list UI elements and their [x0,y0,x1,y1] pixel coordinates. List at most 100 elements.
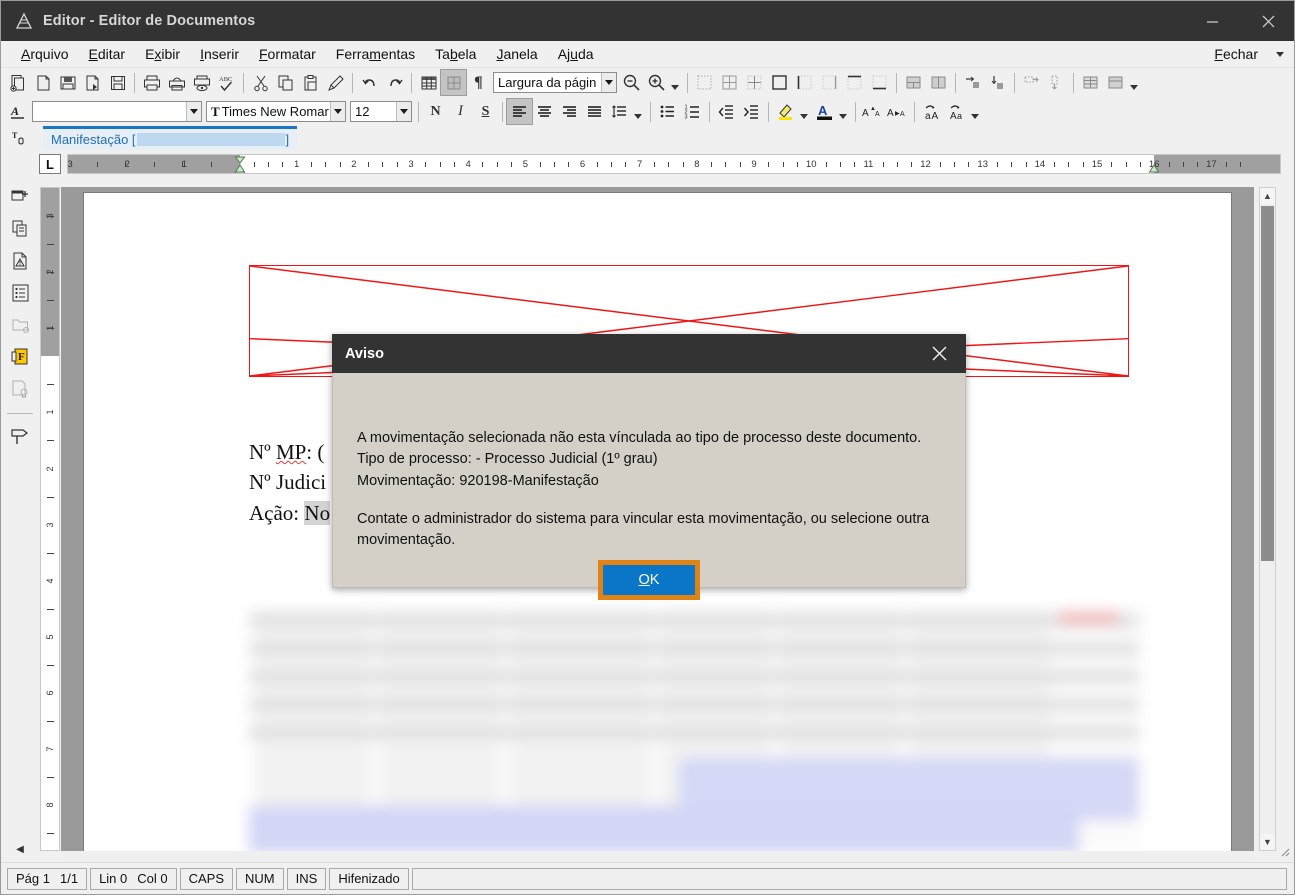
bold-button[interactable]: N [423,99,448,124]
font-color-dropdown-icon[interactable] [839,114,847,119]
open-file-icon[interactable] [30,70,55,95]
increase-font-size-icon[interactable]: A ▲ A [860,99,885,124]
pilcrow-icon[interactable]: ¶ [466,70,491,95]
font-color-icon[interactable]: A [812,99,837,124]
top-border-icon[interactable] [842,70,867,95]
horizontal-ruler[interactable]: 3211234567891011121314151617 [67,154,1281,174]
numbered-list-icon[interactable]: 123 [680,99,705,124]
cut-icon[interactable] [248,70,273,95]
pdf-form-field-icon[interactable]: F [5,343,35,371]
chevron-down-icon[interactable] [396,102,411,121]
zoom-in-icon[interactable] [644,70,669,95]
scroll-up-icon[interactable]: ▲ [1260,188,1275,204]
redo-icon[interactable] [382,70,407,95]
insert-column-icon[interactable] [985,70,1010,95]
text-formatting-icon[interactable]: T [1,126,39,151]
menu-fechar[interactable]: Fechar [1204,43,1268,65]
table-properties-icon[interactable] [1103,70,1128,95]
clone-formatting-icon[interactable] [323,70,348,95]
collapse-left-icon[interactable]: ◀ [5,844,35,855]
indent-marker[interactable] [234,156,245,173]
zoom-out-icon[interactable] [619,70,644,95]
all-borders-icon[interactable] [717,70,742,95]
vertical-ruler[interactable]: 32112345678 [40,187,60,851]
menu-editar[interactable]: Editar [78,43,135,65]
table-autoformat-icon[interactable] [1078,70,1103,95]
split-cells-icon[interactable] [926,70,951,95]
merge-cells-icon[interactable] [901,70,926,95]
underline-button[interactable]: S [473,99,498,124]
status-page[interactable]: Pág 1 1/1 [7,867,88,890]
align-right-icon[interactable] [557,99,582,124]
chevron-down-icon[interactable] [186,102,201,121]
menu-inserir[interactable]: Inserir [190,43,249,65]
menu-exibir[interactable]: Exibir [135,43,190,65]
document-certificate-icon[interactable] [5,375,35,403]
table-icon[interactable] [416,70,441,95]
close-button[interactable] [1240,1,1294,41]
align-center-icon[interactable] [532,99,557,124]
chevron-down-icon[interactable] [601,73,616,92]
chevron-down-icon[interactable] [1276,51,1284,57]
ok-button[interactable]: OK [603,565,695,595]
bottom-border-icon[interactable] [867,70,892,95]
status-ins[interactable]: INS [286,867,327,890]
menu-arquivo[interactable]: Arquivo [11,43,78,65]
status-caps[interactable]: CAPS [179,867,234,890]
increase-indent-icon[interactable] [739,99,764,124]
toolbar-overflow-icon[interactable] [1130,85,1138,90]
resize-grip[interactable] [1278,845,1292,859]
decrease-font-size-icon[interactable]: A ▶ A [885,99,910,124]
save-as-icon[interactable] [55,70,80,95]
vertical-scrollbar[interactable]: ▲ ▼ [1259,187,1276,851]
menu-tabela[interactable]: Tabela [425,43,486,65]
undo-icon[interactable] [357,70,382,95]
delete-column-icon[interactable] [1044,70,1069,95]
font-name-combo[interactable]: T Times New Romar [206,101,346,122]
insert-row-icon[interactable] [960,70,985,95]
new-document-icon[interactable] [5,70,30,95]
chevron-down-icon[interactable] [330,102,345,121]
save-icon[interactable] [105,70,130,95]
align-justify-icon[interactable] [582,99,607,124]
line-spacing-icon[interactable] [607,99,632,124]
insert-text-box-icon[interactable] [5,183,35,211]
zoom-level-combo[interactable]: Largura da págin [493,72,617,93]
status-cursor-position[interactable]: Lin 0 Col 0 [90,867,177,890]
italic-button[interactable]: I [448,99,473,124]
paste-icon[interactable] [298,70,323,95]
print-preview-icon[interactable] [164,70,189,95]
align-left-icon[interactable] [506,98,533,125]
toolbar-overflow-icon[interactable] [671,85,679,90]
inner-borders-icon[interactable] [742,70,767,95]
horizontal-scrollbar[interactable] [61,851,1254,861]
print-setup-icon[interactable] [189,70,214,95]
highlight-dropdown-icon[interactable] [800,114,808,119]
minimize-button[interactable] [1184,1,1240,41]
bullet-list-icon[interactable] [655,99,680,124]
left-border-icon[interactable] [792,70,817,95]
menu-formatar[interactable]: Formatar [249,43,326,65]
document-pages-icon[interactable] [5,215,35,243]
right-border-icon[interactable] [817,70,842,95]
status-num[interactable]: NUM [236,867,284,890]
menu-ferramentas[interactable]: Ferramentas [326,43,425,65]
print-icon[interactable] [139,70,164,95]
delete-row-icon[interactable] [1019,70,1044,95]
document-tab-manifestacao[interactable]: Manifestação [] [43,126,298,150]
decrease-indent-icon[interactable] [714,99,739,124]
folder-empty-icon[interactable] [5,311,35,339]
status-hyphenation[interactable]: Hifenizado [329,867,409,890]
toolbar-overflow-icon[interactable] [634,114,642,119]
menu-ajuda[interactable]: Ajuda [548,43,604,65]
tab-stop-selector[interactable]: L [39,154,61,174]
document-text-block[interactable]: Nº MP: ( Nº Judici Ação: No [249,437,331,528]
document-warning-icon[interactable] [5,247,35,275]
font-size-combo[interactable]: 12 [350,101,412,122]
right-indent-marker[interactable] [1148,156,1160,173]
highlight-color-icon[interactable] [773,99,798,124]
box-border-icon[interactable] [767,70,792,95]
dialog-close-button[interactable] [918,334,960,373]
copy-icon[interactable] [273,70,298,95]
paragraph-style-icon[interactable]: A [5,99,30,124]
